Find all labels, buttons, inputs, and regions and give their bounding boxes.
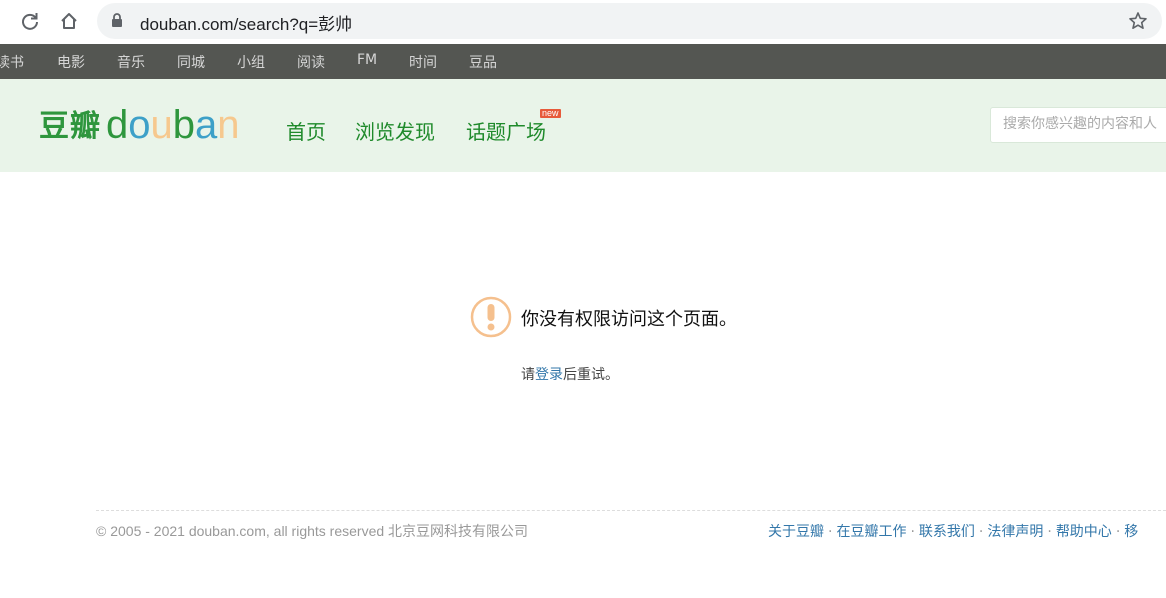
bookmark-star-icon[interactable] [1128, 11, 1148, 35]
search-input[interactable] [991, 108, 1166, 140]
logo-cn[interactable]: 豆瓣 [39, 101, 101, 145]
login-link[interactable]: 登录 [535, 367, 563, 383]
global-nav-item-books[interactable]: 读书 [0, 52, 24, 72]
retry-prefix: 请 [521, 367, 535, 383]
permission-denied-message: 你没有权限访问这个页面。 [521, 309, 737, 330]
site-header: 豆瓣 douban 首页 浏览发现 话题广场 new [0, 79, 1166, 172]
footer-link-contact[interactable]: 联系我们 [919, 524, 975, 540]
retry-message: 请登录后重试。 [521, 364, 619, 384]
footer-separator: · [1047, 524, 1052, 540]
url-text[interactable]: douban.com/search?q=彭帅 [140, 10, 352, 35]
global-nav-item-fm[interactable]: FM [357, 52, 377, 68]
new-badge: new [540, 108, 561, 118]
logo-letter: a [195, 103, 218, 147]
footer-separator: · [828, 524, 833, 540]
global-nav-item-movies[interactable]: 电影 [57, 52, 85, 72]
main-nav-topics[interactable]: 话题广场 [466, 116, 546, 145]
search-box [990, 107, 1166, 143]
global-nav-item-local[interactable]: 同城 [177, 52, 205, 72]
footer-separator: · [978, 524, 984, 540]
reload-icon[interactable] [17, 8, 43, 34]
logo-letter: u [150, 103, 173, 147]
logo-letter: o [128, 103, 151, 147]
global-nav-item-products[interactable]: 豆品 [469, 52, 497, 72]
copyright: © 2005 - 2021 douban.com, all rights res… [96, 523, 529, 539]
footer-link-help[interactable]: 帮助中心 [1056, 524, 1112, 540]
address-bar[interactable]: douban.com/search?q=彭帅 [97, 3, 1162, 39]
main-nav-explore[interactable]: 浏览发现 [355, 116, 435, 145]
footer-divider [96, 510, 1166, 511]
global-nav-item-music[interactable]: 音乐 [117, 52, 145, 72]
footer-link-jobs[interactable]: 在豆瓣工作 [836, 524, 906, 540]
warning-icon [470, 296, 512, 342]
footer-separator: · [1115, 524, 1121, 540]
retry-suffix: 后重试。 [563, 367, 619, 383]
footer-links: 关于豆瓣 · 在豆瓣工作 · 联系我们 · 法律声明 · 帮助中心 · 移 [768, 521, 1138, 541]
global-nav-item-time[interactable]: 时间 [409, 52, 437, 72]
logo-letter: d [106, 103, 129, 147]
global-nav: 读书 电影 音乐 同城 小组 阅读 FM 时间 豆品 [0, 44, 1166, 79]
global-nav-item-read[interactable]: 阅读 [297, 52, 325, 72]
main-nav-home[interactable]: 首页 [286, 116, 326, 145]
logo-letter: b [172, 103, 195, 147]
browser-toolbar: douban.com/search?q=彭帅 [0, 0, 1166, 43]
logo-letter: n [217, 103, 240, 147]
footer-separator: · [910, 524, 915, 540]
footer-link-mobile[interactable]: 移 [1124, 524, 1138, 540]
footer-link-legal[interactable]: 法律声明 [987, 524, 1043, 540]
home-icon[interactable] [56, 8, 82, 34]
footer-link-about[interactable]: 关于豆瓣 [768, 524, 824, 540]
logo-en[interactable]: douban [106, 103, 240, 148]
global-nav-item-groups[interactable]: 小组 [237, 52, 265, 72]
lock-icon [111, 13, 123, 32]
